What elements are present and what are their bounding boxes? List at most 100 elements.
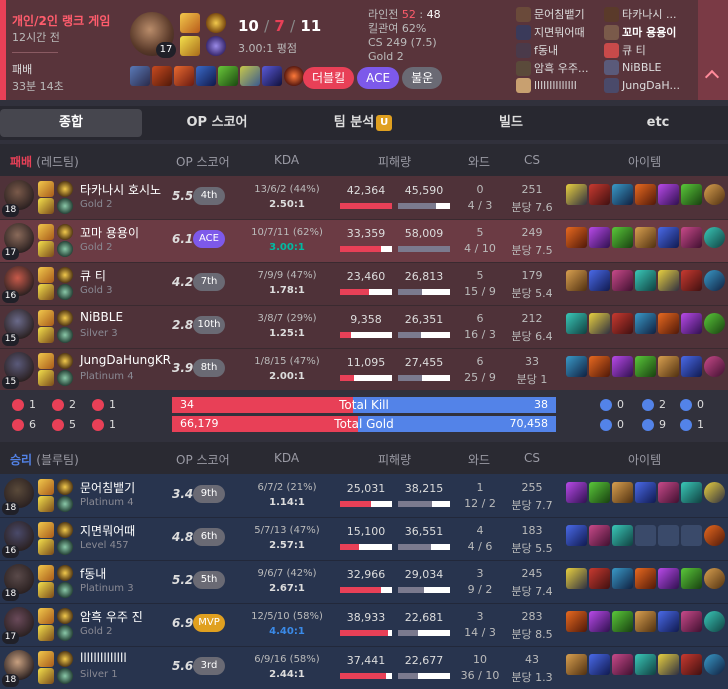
participant[interactable]: 암흑 우주... bbox=[516, 60, 606, 78]
item-icon[interactable] bbox=[589, 611, 610, 632]
item-icon[interactable] bbox=[196, 66, 216, 86]
player-name[interactable]: 암흑 우주 진 bbox=[80, 608, 143, 625]
item-icon[interactable] bbox=[566, 568, 587, 589]
item-icon[interactable] bbox=[681, 270, 702, 291]
trinket-icon[interactable] bbox=[704, 313, 725, 334]
summoner-spell-icon[interactable] bbox=[38, 224, 54, 240]
tab-etc[interactable]: etc bbox=[588, 109, 728, 137]
trinket-icon[interactable] bbox=[704, 568, 725, 589]
item-icon[interactable] bbox=[612, 356, 633, 377]
item-icon[interactable] bbox=[262, 66, 282, 86]
player-row[interactable]: 17 꼬마 용용이 Gold 2 6.1 ACE 10/7/11 (62%) 3… bbox=[0, 219, 728, 262]
trinket-icon[interactable] bbox=[704, 525, 725, 546]
keystone-rune-icon[interactable] bbox=[57, 310, 73, 326]
item-icon[interactable] bbox=[589, 313, 610, 334]
item-icon[interactable] bbox=[658, 227, 679, 248]
player-row[interactable]: 18 타카나시 호시노 Gold 2 5.5 4th 13/6/2 (44%) … bbox=[0, 176, 728, 219]
item-icon[interactable] bbox=[612, 313, 633, 334]
match-header[interactable]: 개인/2인 랭크 게임 12시간 전 패배 33분 14초 17 10 / 7 … bbox=[0, 0, 728, 100]
item-icon[interactable] bbox=[566, 611, 587, 632]
item-icon[interactable] bbox=[566, 525, 587, 546]
item-icon[interactable] bbox=[635, 227, 656, 248]
item-icon[interactable] bbox=[658, 184, 679, 205]
player-row[interactable]: 18 문어침뱉기 Platinum 4 3.4 9th 6/7/2 (21%) … bbox=[0, 474, 728, 517]
keystone-rune-icon[interactable] bbox=[57, 181, 73, 197]
item-icon[interactable] bbox=[612, 525, 633, 546]
item-icon[interactable] bbox=[635, 568, 656, 589]
item-icon[interactable] bbox=[681, 184, 702, 205]
summoner-spell-icon[interactable] bbox=[38, 608, 54, 624]
item-icon[interactable] bbox=[566, 356, 587, 377]
keystone-rune-icon[interactable] bbox=[57, 522, 73, 538]
player-row[interactable]: 18 f동내 Platinum 3 5.2 5th 9/6/7 (42%) 2.… bbox=[0, 560, 728, 603]
item-icon[interactable] bbox=[152, 66, 172, 86]
item-icon[interactable] bbox=[681, 568, 702, 589]
item-icon[interactable] bbox=[612, 270, 633, 291]
item-icon[interactable] bbox=[612, 654, 633, 675]
item-icon[interactable] bbox=[635, 356, 656, 377]
player-name[interactable]: NiBBLE bbox=[80, 310, 123, 324]
item-icon[interactable] bbox=[681, 482, 702, 503]
item-icon[interactable] bbox=[589, 525, 610, 546]
summoner-spell-icon[interactable] bbox=[38, 668, 54, 684]
secondary-rune-icon[interactable] bbox=[57, 284, 73, 300]
trinket-icon[interactable] bbox=[704, 227, 725, 248]
item-icon[interactable] bbox=[566, 227, 587, 248]
player-row[interactable]: 15 JungDaHungKR Platinum 4 3.9 8th 1/8/1… bbox=[0, 348, 728, 391]
item-icon[interactable] bbox=[130, 66, 150, 86]
item-icon[interactable] bbox=[589, 568, 610, 589]
summoner-spell-icon[interactable] bbox=[38, 370, 54, 386]
player-name[interactable]: 꼬마 용용이 bbox=[80, 224, 139, 241]
item-icon[interactable] bbox=[658, 313, 679, 334]
secondary-rune-icon[interactable] bbox=[57, 539, 73, 555]
item-icon[interactable] bbox=[218, 66, 238, 86]
secondary-rune-icon[interactable] bbox=[57, 198, 73, 214]
player-name[interactable]: 타카나시 호시노 bbox=[80, 181, 161, 198]
tab-team-analysis[interactable]: 팀 분석 U bbox=[292, 109, 434, 137]
item-icon[interactable] bbox=[566, 482, 587, 503]
item-icon[interactable] bbox=[658, 568, 679, 589]
trinket-icon[interactable] bbox=[284, 66, 304, 86]
summoner-spell-icon[interactable] bbox=[38, 539, 54, 555]
secondary-rune-icon[interactable] bbox=[57, 241, 73, 257]
collapse-button[interactable] bbox=[698, 0, 728, 100]
item-icon[interactable] bbox=[566, 184, 587, 205]
participant[interactable]: f동내 bbox=[516, 42, 606, 60]
player-row[interactable]: 16 지면뭐어때 Level 457 4.8 6th 5/7/13 (47%) … bbox=[0, 517, 728, 560]
participant[interactable]: llllllllllllll bbox=[516, 78, 606, 96]
item-icon[interactable] bbox=[658, 270, 679, 291]
item-icon[interactable] bbox=[589, 227, 610, 248]
item-icon[interactable] bbox=[658, 654, 679, 675]
player-row[interactable]: 18 llllllllllllll Silver 1 5.6 3rd 6/9/1… bbox=[0, 646, 728, 689]
item-icon[interactable] bbox=[635, 482, 656, 503]
participant[interactable]: 타카나시 ... bbox=[604, 6, 694, 24]
item-icon[interactable] bbox=[681, 227, 702, 248]
summoner-spell-icon[interactable] bbox=[38, 198, 54, 214]
summoner-spell-icon[interactable] bbox=[38, 479, 54, 495]
summoner-spell-icon[interactable] bbox=[38, 267, 54, 283]
summoner-spell-icon[interactable] bbox=[38, 651, 54, 667]
item-icon[interactable] bbox=[589, 270, 610, 291]
summoner-spell-icon[interactable] bbox=[38, 310, 54, 326]
item-icon[interactable] bbox=[589, 356, 610, 377]
player-name[interactable]: 문어침뱉기 bbox=[80, 479, 135, 496]
summoner-spell-icon[interactable] bbox=[38, 284, 54, 300]
participant[interactable]: NiBBLE bbox=[604, 60, 694, 78]
keystone-rune-icon[interactable] bbox=[57, 565, 73, 581]
item-icon[interactable] bbox=[681, 611, 702, 632]
participant[interactable]: 지면뭐어때 bbox=[516, 24, 606, 42]
participant-me[interactable]: 꼬마 용용이 bbox=[604, 24, 694, 42]
item-icon[interactable] bbox=[589, 184, 610, 205]
summoner-spell-icon[interactable] bbox=[38, 565, 54, 581]
trinket-icon[interactable] bbox=[704, 611, 725, 632]
tab-op-score[interactable]: OP 스코어 bbox=[146, 109, 288, 137]
keystone-rune-icon[interactable] bbox=[57, 267, 73, 283]
item-icon[interactable] bbox=[681, 654, 702, 675]
item-icon[interactable] bbox=[635, 525, 656, 546]
trinket-icon[interactable] bbox=[704, 482, 725, 503]
summoner-spell-icon[interactable] bbox=[38, 241, 54, 257]
item-icon[interactable] bbox=[566, 313, 587, 334]
item-icon[interactable] bbox=[612, 611, 633, 632]
trinket-icon[interactable] bbox=[704, 270, 725, 291]
summoner-spell-icon[interactable] bbox=[38, 327, 54, 343]
